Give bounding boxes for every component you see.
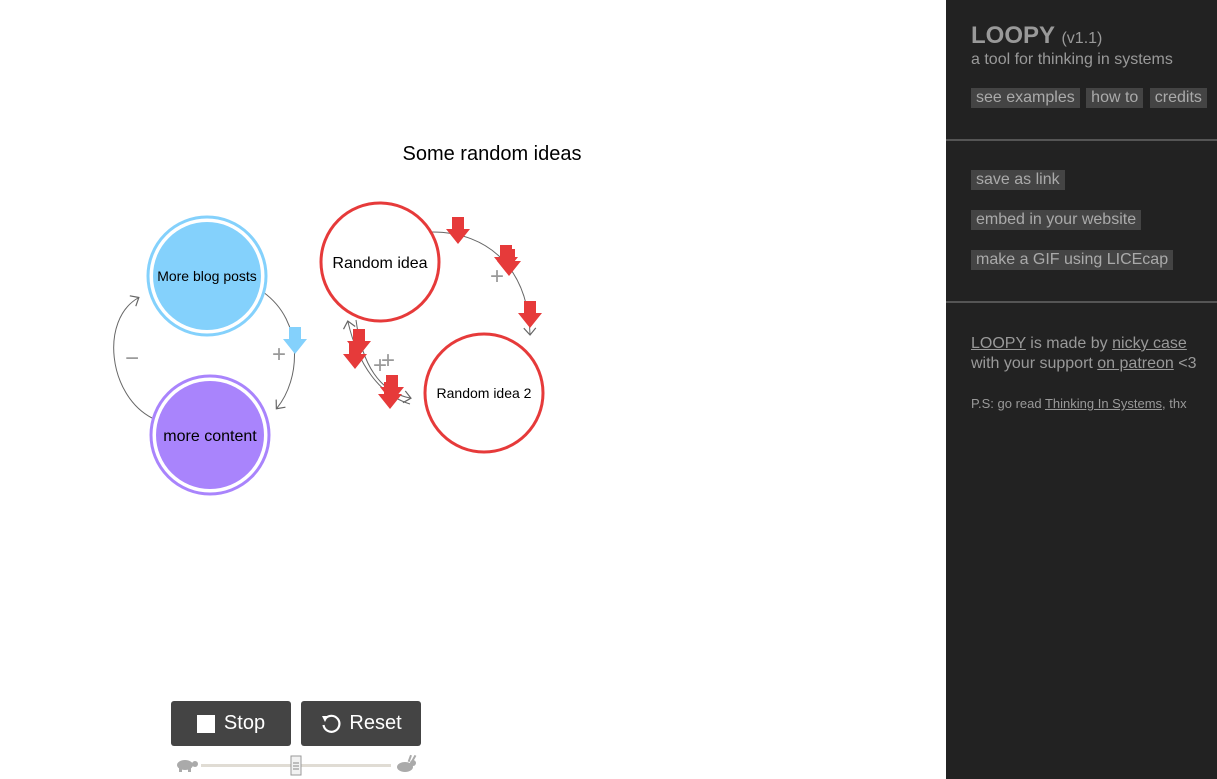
ps-suffix: , thx (1162, 396, 1187, 411)
credits-heart: <3 (1173, 355, 1197, 372)
node-label: More blog posts (157, 268, 257, 284)
canvas-title[interactable]: Some random ideas (403, 143, 582, 165)
stop-label: Stop (223, 712, 266, 734)
ps-note: P.S: go read Thinking In Systems, thx (971, 396, 1187, 411)
credits-support: with your support (971, 355, 1098, 372)
edge-plus-sign: + (373, 352, 387, 379)
slider-thumb[interactable] (290, 755, 302, 776)
rabbit-icon (397, 754, 417, 772)
turtle-icon (177, 760, 198, 772)
loopy-canvas[interactable]: Some random ideas + − + + + More blog po… (0, 0, 946, 779)
see-examples-button[interactable]: see examples (971, 88, 1080, 108)
reset-button[interactable]: Reset (301, 701, 421, 746)
loopy-link[interactable]: LOOPY (971, 335, 1026, 352)
node-more-content[interactable]: more content (149, 374, 271, 496)
signal-arrow-icon (518, 301, 542, 328)
ps-prefix: P.S: go read (971, 396, 1045, 411)
divider (946, 139, 1217, 141)
credits-made-by: is made by (1025, 335, 1113, 352)
reset-icon (322, 714, 341, 733)
node-label: Random idea (332, 255, 427, 272)
node-label: Random idea 2 (437, 385, 532, 401)
save-as-link-button[interactable]: save as link (971, 170, 1065, 190)
edge-idea-to-idea2[interactable] (431, 231, 537, 336)
book-link[interactable]: Thinking In Systems (1045, 396, 1162, 411)
app-name: LOOPY (971, 22, 1056, 49)
embed-button[interactable]: embed in your website (971, 210, 1142, 230)
make-gif-button[interactable]: make a GIF using LICEcap (971, 250, 1174, 270)
credits-button[interactable]: credits (1149, 88, 1207, 108)
stop-button[interactable]: Stop (171, 701, 291, 746)
node-more-blog-posts[interactable]: More blog posts (146, 215, 268, 337)
divider (946, 301, 1217, 303)
patreon-link[interactable]: on patreon (1097, 355, 1174, 372)
app-version: (v1.1) (1061, 30, 1103, 47)
signal-arrow-icon (283, 327, 307, 354)
node-random-idea-2[interactable]: Random idea 2 (423, 332, 545, 454)
edge-plus-sign: + (272, 341, 286, 368)
stop-icon (196, 714, 215, 733)
sidebar: LOOPY (v1.1) a tool for thinking in syst… (946, 0, 1217, 779)
signal-arrow-icon (446, 217, 470, 244)
reset-label: Reset (349, 712, 402, 734)
top-button-row: see examples how to credits (971, 88, 1209, 108)
speed-slider[interactable] (170, 753, 420, 779)
node-label: more content (163, 428, 257, 445)
author-link[interactable]: nicky case (1112, 335, 1187, 352)
app-title: LOOPY (v1.1) (971, 22, 1102, 50)
node-random-idea[interactable]: Random idea (319, 201, 441, 323)
how-to-button[interactable]: how to (1086, 88, 1144, 108)
edge-minus-sign: − (125, 345, 139, 372)
signal-arrow-icon (378, 382, 402, 409)
credits-text: LOOPY is made by nicky case with your su… (971, 334, 1196, 374)
app-subtitle: a tool for thinking in systems (971, 51, 1173, 68)
